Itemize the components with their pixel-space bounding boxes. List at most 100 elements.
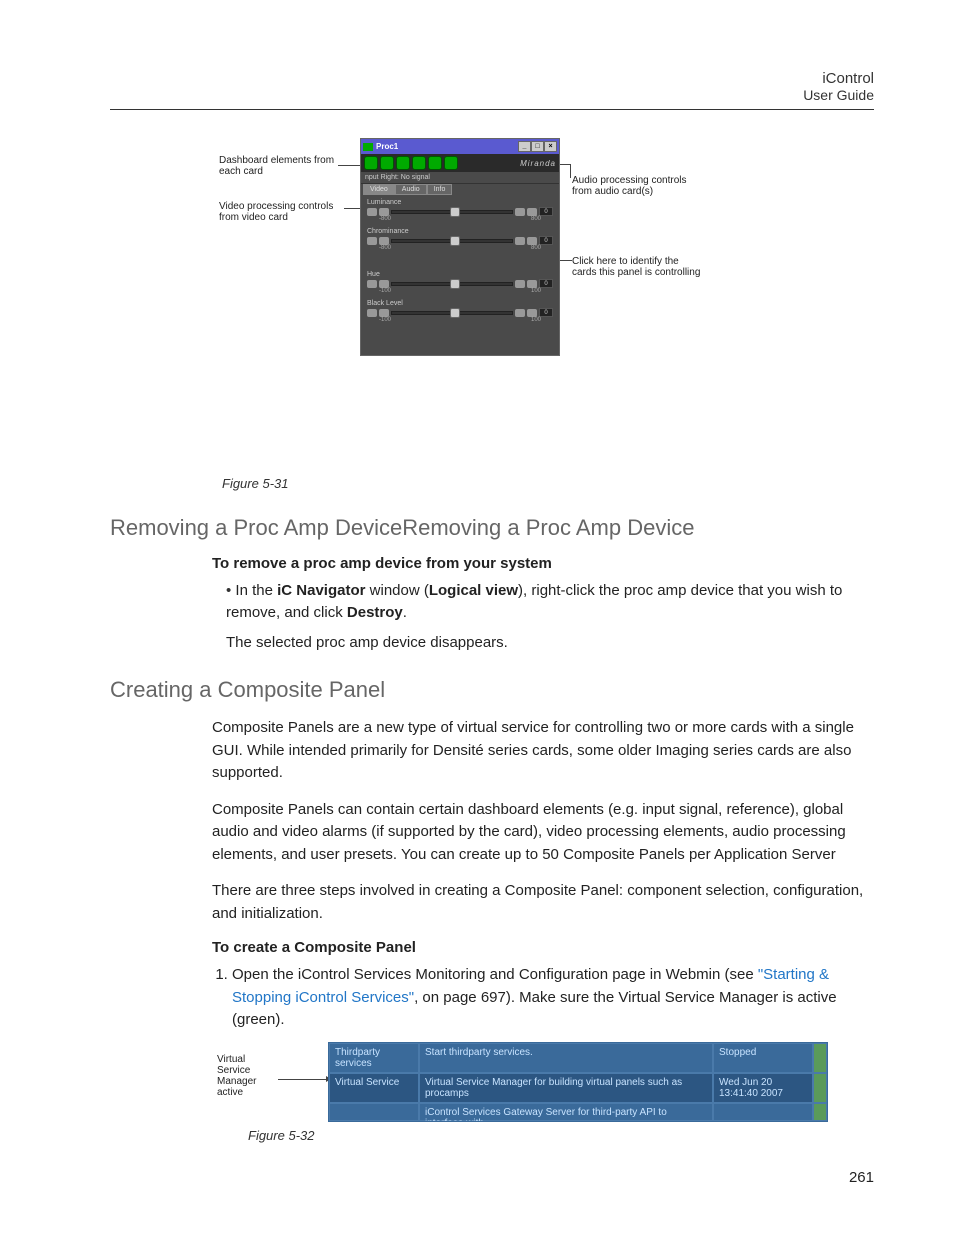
- arrow-icon: [338, 165, 360, 166]
- value-box[interactable]: 0: [539, 308, 553, 317]
- step-down-fast-icon[interactable]: [379, 208, 389, 216]
- slider-label: Black Level: [367, 300, 553, 307]
- cell-service[interactable]: Virtual Service: [329, 1073, 419, 1103]
- value-box[interactable]: 0: [539, 207, 553, 216]
- cell-status: Stopped: [713, 1043, 813, 1073]
- step-down-icon[interactable]: [367, 208, 377, 216]
- arrow-icon: [344, 208, 360, 209]
- step-down-fast-icon[interactable]: [379, 237, 389, 245]
- status-indicator: [813, 1103, 827, 1121]
- table-row: Virtual Service Virtual Service Manager …: [329, 1073, 827, 1103]
- table-row: Thirdparty services Start thirdparty ser…: [329, 1043, 827, 1073]
- callout-video: Video processing controls from video car…: [219, 201, 344, 223]
- procedure-heading: To create a Composite Panel: [212, 939, 874, 956]
- step-up-icon[interactable]: [515, 280, 525, 288]
- paragraph: Composite Panels can contain certain das…: [212, 799, 874, 867]
- figure-5-32: Virtual Service Manager active Thirdpart…: [110, 1042, 874, 1122]
- range-max: 100: [531, 317, 541, 323]
- cell-desc: iControl Services Gateway Server for thi…: [419, 1103, 713, 1121]
- status-led[interactable]: [444, 156, 458, 170]
- step-down-fast-icon[interactable]: [379, 309, 389, 317]
- slider-thumb[interactable]: [450, 236, 460, 246]
- heading-creating: Creating a Composite Panel: [110, 677, 874, 703]
- range-max: 100: [531, 288, 541, 294]
- list-item: In the iC Navigator window (Logical view…: [226, 580, 874, 624]
- slider-label: Hue: [367, 271, 553, 278]
- cell-service[interactable]: [329, 1103, 419, 1121]
- cell-desc: Virtual Service Manager for building vir…: [419, 1073, 713, 1103]
- value-box[interactable]: 0: [539, 236, 553, 245]
- procedure-heading: To remove a proc amp device from your sy…: [212, 555, 874, 572]
- cell-status: Wed Jun 2013:41:40 2007: [713, 1073, 813, 1103]
- leader-line: [560, 164, 570, 165]
- cell-desc: Start thirdparty services.: [419, 1043, 713, 1073]
- close-icon[interactable]: ×: [544, 141, 557, 152]
- leader-line: [560, 260, 572, 261]
- window-app-icon: [363, 143, 373, 151]
- status-indicator: [813, 1073, 827, 1103]
- status-led[interactable]: [380, 156, 394, 170]
- slider-thumb[interactable]: [450, 207, 460, 217]
- value-box[interactable]: 0: [539, 279, 553, 288]
- slider-track[interactable]: [391, 210, 513, 214]
- slider-track[interactable]: [391, 311, 513, 315]
- slider-black-level: Black Level 0 -100100: [361, 296, 559, 355]
- window-title: Proc1: [376, 142, 398, 151]
- page-number: 261: [110, 1169, 874, 1186]
- step-down-icon[interactable]: [367, 309, 377, 317]
- list-item: Open the iControl Services Monitoring an…: [232, 964, 874, 1032]
- status-led[interactable]: [412, 156, 426, 170]
- doc-subtitle: User Guide: [110, 87, 874, 103]
- tab-video[interactable]: Video: [363, 184, 395, 195]
- range-max: 800: [531, 216, 541, 222]
- status-indicator: [813, 1043, 827, 1073]
- range-max: 800: [531, 245, 541, 251]
- step-up-fast-icon[interactable]: [527, 309, 537, 317]
- slider-thumb[interactable]: [450, 279, 460, 289]
- tab-info[interactable]: Info: [427, 184, 453, 195]
- maximize-icon[interactable]: □: [531, 141, 544, 152]
- range-min: -100: [379, 288, 391, 294]
- cell-service[interactable]: Thirdparty services: [329, 1043, 419, 1073]
- step-up-fast-icon[interactable]: [527, 208, 537, 216]
- dashboard-row: Miranda: [361, 154, 559, 172]
- step-up-icon[interactable]: [515, 309, 525, 317]
- leader-line: [570, 164, 571, 178]
- arrow-icon: [278, 1079, 326, 1080]
- status-led[interactable]: [364, 156, 378, 170]
- slider-track[interactable]: [391, 239, 513, 243]
- table-row: iControl Services Gateway Server for thi…: [329, 1103, 827, 1121]
- slider-hue: Hue 0 -100 100: [361, 267, 559, 296]
- step-up-fast-icon[interactable]: [527, 280, 537, 288]
- slider-track[interactable]: [391, 282, 513, 286]
- step-up-icon[interactable]: [515, 237, 525, 245]
- figure-caption-5-31: Figure 5-31: [222, 476, 874, 491]
- slider-label: Luminance: [367, 199, 553, 206]
- step-down-icon[interactable]: [367, 280, 377, 288]
- step-down-icon[interactable]: [367, 237, 377, 245]
- callout-dashboard: Dashboard elements from each card: [219, 155, 339, 177]
- result-text: The selected proc amp device disappears.: [226, 632, 874, 654]
- services-table: Thirdparty services Start thirdparty ser…: [328, 1042, 828, 1122]
- window-titlebar: Proc1 _ □ ×: [361, 139, 559, 154]
- minimize-icon[interactable]: _: [518, 141, 531, 152]
- doc-title: iControl: [110, 70, 874, 87]
- figure-caption-5-32: Figure 5-32: [248, 1128, 874, 1143]
- paragraph: Composite Panels are a new type of virtu…: [212, 717, 874, 785]
- paragraph: There are three steps involved in creati…: [212, 880, 874, 925]
- range-min: -800: [379, 245, 391, 251]
- status-led[interactable]: [428, 156, 442, 170]
- tab-audio[interactable]: Audio: [395, 184, 427, 195]
- step-up-icon[interactable]: [515, 208, 525, 216]
- status-led[interactable]: [396, 156, 410, 170]
- slider-label: Chrominance: [367, 228, 553, 235]
- heading-removing: Removing a Proc Amp DeviceRemoving a Pro…: [110, 515, 874, 541]
- signal-status: nput Right: No signal: [361, 172, 559, 184]
- callout-vsm-active: Virtual Service Manager active: [217, 1054, 277, 1098]
- proc1-window: Proc1 _ □ × Miranda nput Right: No signa…: [360, 138, 560, 356]
- step-up-fast-icon[interactable]: [527, 237, 537, 245]
- step-down-fast-icon[interactable]: [379, 280, 389, 288]
- cell-status: [713, 1103, 813, 1121]
- slider-thumb[interactable]: [450, 308, 460, 318]
- slider-luminance: Luminance 0 -800800: [361, 195, 559, 224]
